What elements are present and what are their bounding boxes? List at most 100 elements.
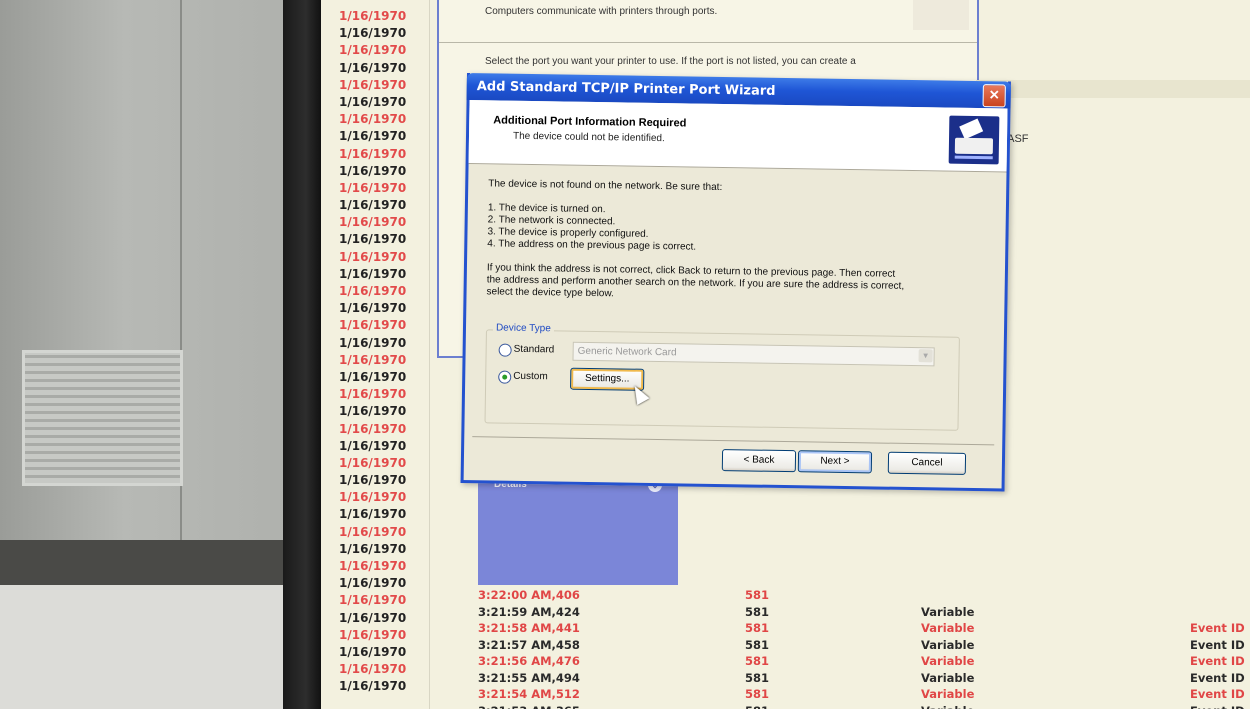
- event-id-cell: Event ID: [1190, 621, 1245, 635]
- table-row[interactable]: 3:22:00 AM,406 581: [478, 588, 1250, 605]
- variable-cell: Variable: [921, 604, 975, 619]
- select-port-text: Select the port you want your printer to…: [485, 56, 856, 67]
- table-gridline: [429, 0, 430, 709]
- date-cell: 1/16/1970: [339, 438, 407, 453]
- header-separator: [439, 42, 977, 43]
- event-id-cell: Event ID: [1190, 704, 1245, 709]
- event-number-cell: 581: [745, 621, 770, 635]
- date-cell: 1/16/1970: [339, 180, 407, 195]
- date-cell: 1/16/1970: [339, 335, 407, 350]
- monitor-screen: 1/16/1970 1/16/1970 1/16/1970 1/16/1970 1/16…: [321, 0, 1250, 709]
- table-row[interactable]: 3:21:59 AM,424 581 Variable: [478, 605, 1250, 622]
- back-button[interactable]: < Back: [721, 449, 797, 473]
- date-cell: 1/16/1970: [339, 112, 407, 127]
- event-log-table: 3:22:00 AM,406 581 3:21:59 AM,424 581 Variab…: [478, 588, 1250, 709]
- date-cell: 1/16/1970: [339, 421, 407, 436]
- date-cell: 1/16/1970: [339, 593, 407, 608]
- wizard-header: Additional Port Information Required The…: [468, 100, 1008, 173]
- header-title: Additional Port Information Required: [493, 114, 687, 130]
- time-cell: 3:21:57 AM,458: [478, 637, 580, 652]
- event-number-cell: 581: [745, 704, 769, 709]
- date-cell: 1/16/1970: [339, 318, 407, 333]
- date-cell: 1/16/1970: [339, 129, 407, 144]
- background-band: [976, 80, 1250, 98]
- event-number-cell: 581: [745, 637, 770, 652]
- table-row[interactable]: 3:21:54 AM,512 581 Variable Event ID: [478, 687, 1250, 704]
- date-cell: 1/16/1970: [339, 9, 407, 23]
- variable-cell: Variable: [921, 637, 975, 652]
- date-cell: 1/16/1970: [339, 266, 407, 281]
- time-cell: 3:21:59 AM,424: [478, 604, 580, 619]
- time-cell: 3:22:00 AM,406: [478, 588, 580, 602]
- standard-radio[interactable]: [498, 343, 512, 357]
- table-row[interactable]: 3:21:56 AM,476 581 Variable Event ID: [478, 654, 1250, 671]
- custom-label[interactable]: Custom: [513, 371, 548, 383]
- variable-cell: Variable: [921, 654, 975, 668]
- event-number-cell: 581: [745, 604, 770, 619]
- variable-cell: Variable: [921, 621, 975, 635]
- checklist-item: 4. The address on the previous page is c…: [487, 238, 697, 253]
- date-cell: 1/16/1970: [339, 524, 407, 539]
- device-type-legend: Device Type: [492, 322, 554, 335]
- date-cell: 1/16/1970: [339, 627, 407, 642]
- checklist-item: 1. The device is turned on.: [487, 202, 606, 216]
- variable-cell: Variable: [921, 670, 975, 685]
- date-cell: 1/16/1970: [339, 490, 407, 505]
- date-cell: 1/16/1970: [339, 369, 407, 384]
- device-type-select[interactable]: Generic Network Card ▼: [572, 341, 935, 367]
- date-cell: 1/16/1970: [339, 146, 407, 161]
- date-cell: 1/16/1970: [339, 94, 407, 109]
- date-cell: 1/16/1970: [339, 644, 407, 659]
- ports-info-text: Computers communicate with printers thro…: [485, 6, 718, 17]
- next-button[interactable]: Next >: [797, 450, 873, 474]
- date-cell: 1/16/1970: [339, 26, 407, 41]
- task-panel: Details ⌄: [478, 472, 678, 585]
- date-cell: 1/16/1970: [339, 232, 407, 247]
- variable-cell: Variable: [921, 704, 974, 709]
- table-row[interactable]: 3:21:55 AM,494 581 Variable Event ID: [478, 671, 1250, 688]
- cancel-button[interactable]: Cancel: [887, 451, 967, 475]
- intro-text: The device is not found on the network. …: [488, 178, 723, 194]
- standard-label[interactable]: Standard: [514, 344, 555, 356]
- event-number-cell: 581: [745, 654, 770, 668]
- event-id-cell: Event ID: [1190, 670, 1245, 685]
- date-cell: 1/16/1970: [339, 249, 407, 264]
- date-cell: 1/16/1970: [339, 610, 407, 625]
- close-button[interactable]: ✕: [982, 84, 1006, 108]
- date-cell: 1/16/1970: [339, 284, 407, 298]
- date-cell: 1/16/1970: [339, 215, 407, 230]
- time-cell: 3:21:54 AM,512: [478, 687, 580, 701]
- date-cell: 1/16/1970: [339, 559, 407, 573]
- custom-radio[interactable]: [498, 370, 512, 384]
- event-number-cell: 581: [745, 687, 770, 701]
- device-type-value: Generic Network Card: [577, 345, 677, 359]
- checklist-item: 2. The network is connected.: [487, 214, 616, 228]
- time-cell: 3:21:56 AM,476: [478, 654, 580, 668]
- date-cell: 1/16/1970: [339, 352, 407, 367]
- dialog-title: Add Standard TCP/IP Printer Port Wizard: [476, 79, 776, 99]
- printer-graphic: [913, 0, 969, 30]
- table-row[interactable]: 3:21:57 AM,458 581 Variable Event ID: [478, 638, 1250, 655]
- device-type-group: Device Type Standard Generic Network Car…: [484, 322, 960, 431]
- event-id-cell: Event ID: [1190, 654, 1245, 668]
- wizard-content: The device is not found on the network. …: [486, 178, 988, 299]
- air-vent: [22, 350, 183, 486]
- event-id-cell: Event ID: [1190, 687, 1245, 701]
- date-cell: 1/16/1970: [339, 77, 407, 92]
- date-cell: 1/16/1970: [339, 404, 407, 419]
- date-cell: 1/16/1970: [339, 43, 407, 58]
- date-cell: 1/16/1970: [339, 507, 407, 522]
- date-cell: 1/16/1970: [339, 679, 407, 694]
- table-row[interactable]: 3:21:58 AM,441 581 Variable Event ID: [478, 621, 1250, 638]
- printer-icon: [948, 115, 1000, 165]
- time-cell: 3:21:55 AM,494: [478, 670, 580, 685]
- date-cell: 1/16/1970: [339, 387, 407, 402]
- date-cell: 1/16/1970: [339, 473, 407, 488]
- variable-cell: Variable: [921, 687, 975, 701]
- time-cell: 3:21:53 AM,365: [478, 704, 580, 709]
- table-row[interactable]: 3:21:53 AM,365 581 Variable Event ID: [478, 704, 1250, 709]
- chevron-down-icon[interactable]: ▼: [918, 349, 933, 363]
- date-cell: 1/16/1970: [339, 163, 407, 178]
- date-cell: 1/16/1970: [339, 60, 407, 75]
- date-cell: 1/16/1970: [339, 662, 407, 677]
